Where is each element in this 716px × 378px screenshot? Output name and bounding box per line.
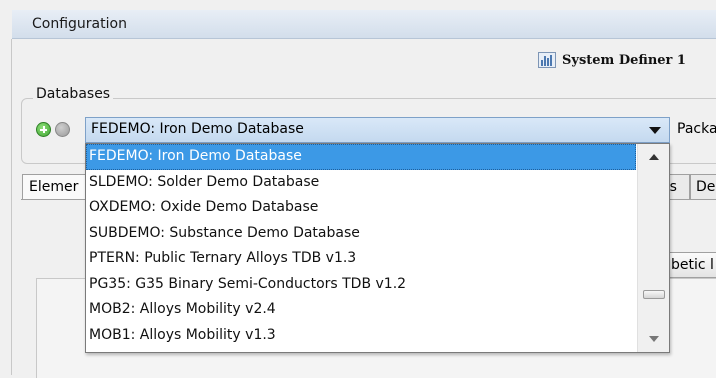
remove-circle-icon[interactable] — [55, 122, 70, 137]
tab-de-label: De — [696, 179, 716, 195]
system-definer-label: System Definer 1 — [562, 52, 686, 68]
packages-label: Packa — [677, 121, 716, 137]
system-definer-header[interactable]: System Definer 1 — [538, 52, 686, 68]
database-option-fedemo[interactable]: FEDEMO: Iron Demo Database — [86, 144, 636, 170]
scrollbar-thumb[interactable] — [643, 290, 665, 299]
dropdown-arrow-icon[interactable] — [649, 127, 661, 134]
alphabetic-button-label: betic l — [671, 257, 714, 273]
databases-group-label: Databases — [33, 86, 114, 102]
scroll-up-arrow-icon[interactable] — [649, 154, 659, 160]
left-divider — [11, 39, 12, 375]
system-definer-icon — [538, 52, 556, 68]
database-option-mob2[interactable]: MOB2: Alloys Mobility v2.4 — [86, 297, 636, 323]
alphabetic-button[interactable]: betic l — [664, 252, 716, 278]
tab-elements-label: Elemer — [29, 179, 79, 195]
database-dropdown-list[interactable]: FEDEMO: Iron Demo Database SLDEMO: Solde… — [85, 143, 670, 353]
database-option-ptern[interactable]: PTERN: Public Ternary Alloys TDB v1.3 — [86, 246, 636, 272]
tab-de[interactable]: De — [690, 174, 716, 199]
database-option-subdemo[interactable]: SUBDEMO: Substance Demo Database — [86, 221, 636, 247]
scroll-down-arrow-icon[interactable] — [649, 336, 659, 342]
configuration-titlebar: Configuration — [12, 10, 716, 39]
dropdown-scrollbar[interactable] — [637, 144, 669, 352]
database-option-sldemo[interactable]: SLDEMO: Solder Demo Database — [86, 170, 636, 196]
database-option-mob1[interactable]: MOB1: Alloys Mobility v1.3 — [86, 323, 636, 349]
add-circle-icon[interactable] — [36, 122, 51, 137]
database-select-value: FEDEMO: Iron Demo Database — [91, 121, 304, 137]
window-title: Configuration — [32, 16, 127, 32]
database-select[interactable]: FEDEMO: Iron Demo Database — [85, 117, 670, 143]
database-option-oxdemo[interactable]: OXDEMO: Oxide Demo Database — [86, 195, 636, 221]
database-option-pg35[interactable]: PG35: G35 Binary Semi-Conductors TDB v1.… — [86, 272, 636, 298]
